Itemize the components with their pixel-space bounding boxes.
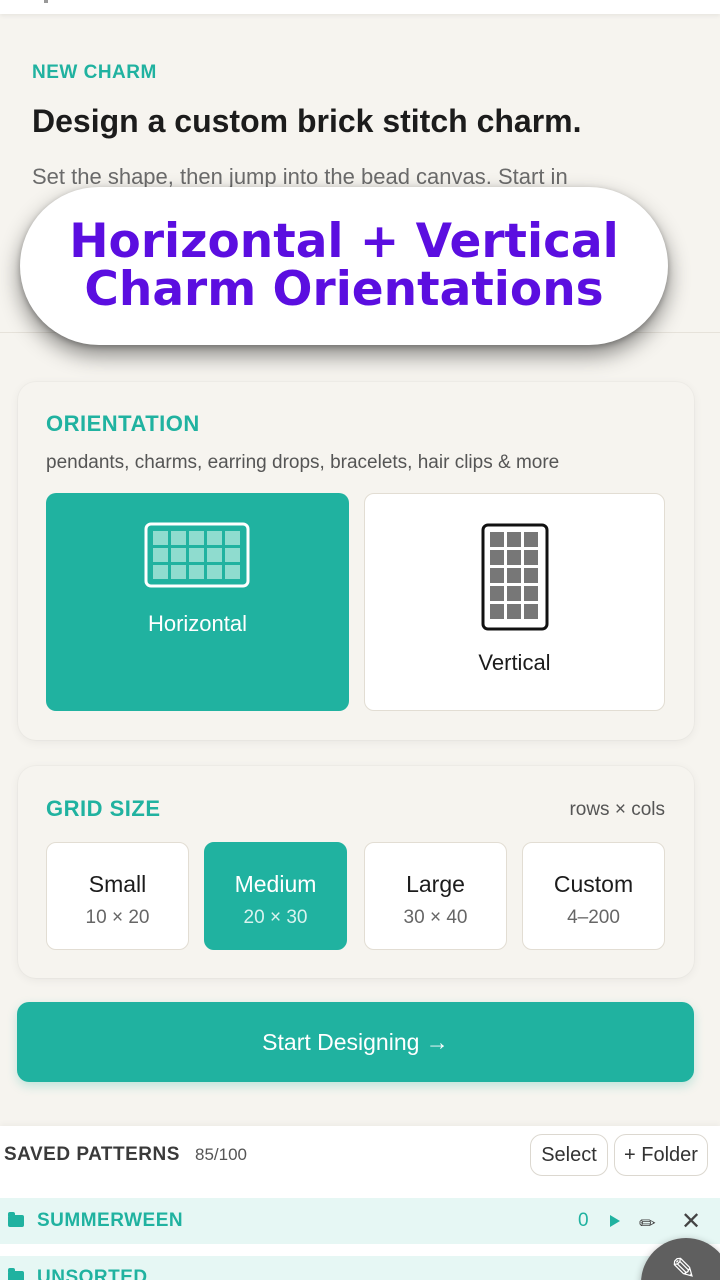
size-small-dims: 10 × 20 bbox=[85, 907, 150, 928]
folder-icon bbox=[8, 1212, 24, 1227]
size-medium-name: Medium bbox=[234, 871, 317, 897]
size-option-small[interactable]: Small 10 × 20 bbox=[46, 842, 189, 950]
orientation-description: pendants, charms, earring drops, bracele… bbox=[46, 452, 560, 473]
page-title: Design a custom brick stitch charm. bbox=[32, 103, 582, 139]
orientation-horizontal-label: Horizontal bbox=[147, 611, 248, 636]
grid-size-card: GRID SIZE rows × cols Small 10 × 20 Medi… bbox=[18, 766, 694, 978]
orientation-horizontal-option[interactable]: Horizontal bbox=[46, 493, 349, 711]
size-large-name: Large bbox=[406, 871, 465, 897]
status-bar bbox=[0, 0, 720, 14]
saved-patterns-title: SAVED PATTERNS bbox=[4, 1144, 180, 1165]
banner-line-1: Horizontal + Vertical bbox=[69, 214, 619, 269]
promo-banner: Horizontal + Vertical Charm Orientations bbox=[20, 187, 668, 345]
size-medium-dims: 20 × 30 bbox=[243, 907, 308, 928]
orientation-card: ORIENTATION pendants, charms, earring dr… bbox=[18, 382, 694, 740]
size-option-medium[interactable]: Medium 20 × 30 bbox=[204, 842, 347, 950]
horizontal-grid-icon bbox=[144, 522, 250, 588]
close-icon[interactable]: ✕ bbox=[681, 1207, 701, 1236]
saved-patterns-panel: SAVED PATTERNS 85/100 Select + Folder SU… bbox=[0, 1126, 720, 1280]
start-designing-button[interactable]: Start Designing → bbox=[17, 1002, 694, 1082]
status-dot bbox=[44, 0, 48, 3]
size-small-name: Small bbox=[88, 871, 147, 897]
play-icon[interactable] bbox=[610, 1215, 620, 1227]
orientation-title: ORIENTATION bbox=[46, 411, 200, 436]
grid-size-hint: rows × cols bbox=[569, 799, 665, 820]
orientation-vertical-option[interactable]: Vertical bbox=[364, 493, 665, 711]
pencil-icon: ✎ bbox=[671, 1253, 697, 1280]
vertical-grid-icon bbox=[481, 523, 549, 631]
grid-size-title: GRID SIZE bbox=[46, 796, 161, 821]
select-button[interactable]: Select bbox=[530, 1134, 608, 1176]
size-option-large[interactable]: Large 30 × 40 bbox=[364, 842, 507, 950]
folder-count: 0 bbox=[578, 1210, 589, 1231]
folder-name: SUMMERWEEN bbox=[37, 1210, 184, 1231]
folder-row-unsorted[interactable]: UNSORTED 0 bbox=[0, 1256, 720, 1280]
orientation-vertical-label: Vertical bbox=[478, 650, 551, 675]
folder-name: UNSORTED bbox=[37, 1267, 148, 1280]
edit-icon[interactable]: ✏ bbox=[639, 1211, 656, 1236]
size-custom-name: Custom bbox=[553, 871, 634, 897]
size-custom-dims: 4–200 bbox=[567, 907, 620, 928]
folder-row-summerween[interactable]: SUMMERWEEN 0 ✏ ✕ bbox=[0, 1198, 720, 1244]
saved-patterns-count: 85/100 bbox=[195, 1145, 247, 1164]
folder-icon bbox=[8, 1268, 24, 1280]
banner-line-2: Charm Orientations bbox=[84, 262, 604, 317]
eyebrow-label: NEW CHARM bbox=[32, 62, 157, 83]
add-folder-button[interactable]: + Folder bbox=[614, 1134, 708, 1176]
size-option-custom[interactable]: Custom 4–200 bbox=[522, 842, 665, 950]
size-large-dims: 30 × 40 bbox=[403, 907, 468, 928]
